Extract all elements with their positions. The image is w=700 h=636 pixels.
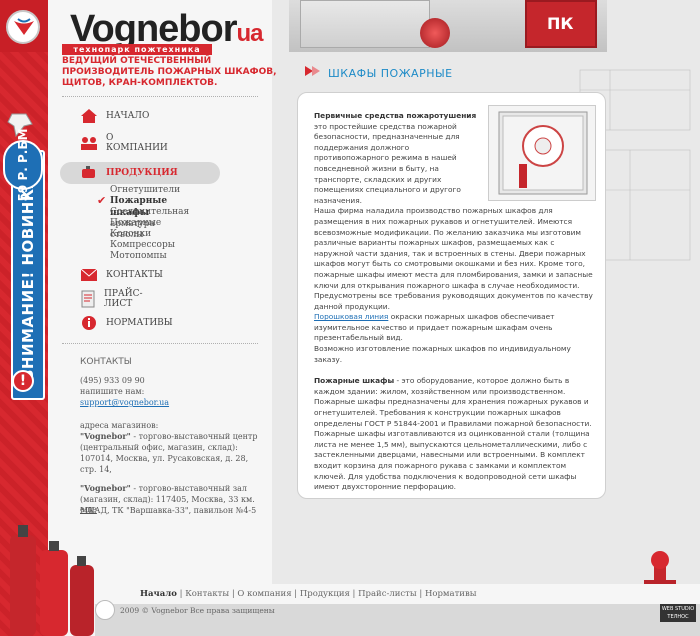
- price-badge-text: 59 Р. Р.БМ: [16, 128, 30, 202]
- store-address-1: "Vognebor" - торгово-выставочный центр (…: [80, 431, 260, 475]
- footer-nav: Начало | Контакты | О компания | Продукц…: [140, 589, 477, 599]
- alert-icon: !: [12, 370, 34, 392]
- powder-line-link[interactable]: Порошковая линия: [314, 312, 388, 321]
- nav-item-home[interactable]: НАЧАЛО: [80, 106, 149, 126]
- home-icon: [80, 107, 98, 125]
- store-name: "Vognebor": [80, 431, 131, 441]
- header-valve-image: [420, 18, 450, 48]
- nav-item-products[interactable]: ПРОДУКЦИЯ: [60, 162, 220, 184]
- article-paragraph: - это оборудование, которое должно быть …: [314, 376, 592, 492]
- people-icon: [80, 134, 98, 152]
- article-paragraph: Наша фирма наладила производство пожарны…: [314, 206, 593, 311]
- contacts-write-label: напишите нам:: [80, 387, 145, 396]
- contacts-block: КОНТАКТЫ (495) 933 09 90 напишите нам: s…: [80, 357, 260, 516]
- footer-link-about[interactable]: О компания: [237, 589, 291, 599]
- price-list-icon: [80, 290, 96, 308]
- nav-item-about[interactable]: О КОМПАНИИ: [80, 133, 168, 153]
- nav-item-label: ПРОДУКЦИЯ: [106, 168, 178, 178]
- article-heading-1: Первичные средства пожаротушения: [314, 111, 477, 120]
- footer-logo-icon: [95, 600, 115, 620]
- title-arrow-icon: [305, 66, 320, 76]
- footer-link-contacts[interactable]: Контакты: [185, 589, 229, 599]
- nav-item-label: КОНТАКТЫ: [106, 270, 163, 280]
- nav-item-label: НОРМАТИВЫ: [106, 318, 173, 328]
- info-icon: [80, 314, 98, 332]
- cabinet-label: ПК: [547, 14, 574, 33]
- page-title: ШКАФЫ ПОЖАРНЫЕ: [328, 67, 453, 80]
- divider: [62, 96, 258, 97]
- header-cabinet-image: [300, 0, 430, 48]
- footer-link-home[interactable]: Начало: [140, 589, 177, 599]
- store-name: "Vognebor": [80, 483, 131, 493]
- divider: [62, 343, 258, 344]
- nav-item-label: ПРАЙС-ЛИСТ: [104, 289, 143, 309]
- sub-item-motor-pumps[interactable]: Мотопомпы: [110, 250, 167, 262]
- check-icon: ✔: [97, 194, 107, 207]
- nav-item-label: О КОМПАНИИ: [106, 133, 168, 153]
- addresses-label: адреса магазинов:: [80, 421, 159, 430]
- nav-item-price-list[interactable]: ПРАЙС-ЛИСТ: [80, 289, 145, 309]
- header-red-cabinet-image: ПК: [525, 0, 597, 48]
- footer-link-products[interactable]: Продукция: [300, 589, 350, 599]
- brand-ua: ua: [236, 20, 264, 47]
- mail-icon: [80, 266, 98, 284]
- brand-subtitle: технопарк пожтехника: [62, 44, 212, 55]
- studio-credit[interactable]: WEB STUDIO ТЕЛНОС: [660, 604, 696, 622]
- nav-item-norms[interactable]: НОРМАТИВЫ: [80, 313, 173, 333]
- article-paragraph: Возможно изготовление пожарных шкафов по…: [314, 344, 571, 364]
- nav-item-label: НАЧАЛО: [106, 111, 150, 121]
- article-content: Первичные средства пожаротушения это про…: [314, 111, 594, 493]
- fire-extinguishers-image: [10, 525, 94, 636]
- footer-link-price-lists[interactable]: Прайс-листы: [358, 589, 417, 599]
- footer-link-norms[interactable]: Нормативы: [425, 589, 477, 599]
- article-heading-2: Пожарные шкафы: [314, 376, 395, 386]
- contacts-phone: (495) 933 09 90: [80, 376, 145, 385]
- price-badge[interactable]: 59 Р. Р.БМ: [3, 129, 43, 201]
- contacts-heading: КОНТАКТЫ: [80, 357, 132, 367]
- fire-extinguisher-icon: [80, 164, 98, 182]
- nav-item-contacts[interactable]: КОНТАКТЫ: [80, 265, 163, 285]
- copyright: 2009 © Vognebor Все права защищены: [120, 606, 275, 615]
- logo-emblem-icon[interactable]: [6, 10, 40, 44]
- brand-tagline: ВЕДУЩИЙ ОТЕЧЕСТВЕННЫЙ ПРОИЗВОДИТЕЛЬ ПОЖА…: [62, 56, 277, 88]
- contacts-email-link[interactable]: support@vognebor.ua: [80, 398, 169, 407]
- article-paragraph: это простейшие средства пожарной безопас…: [314, 121, 461, 205]
